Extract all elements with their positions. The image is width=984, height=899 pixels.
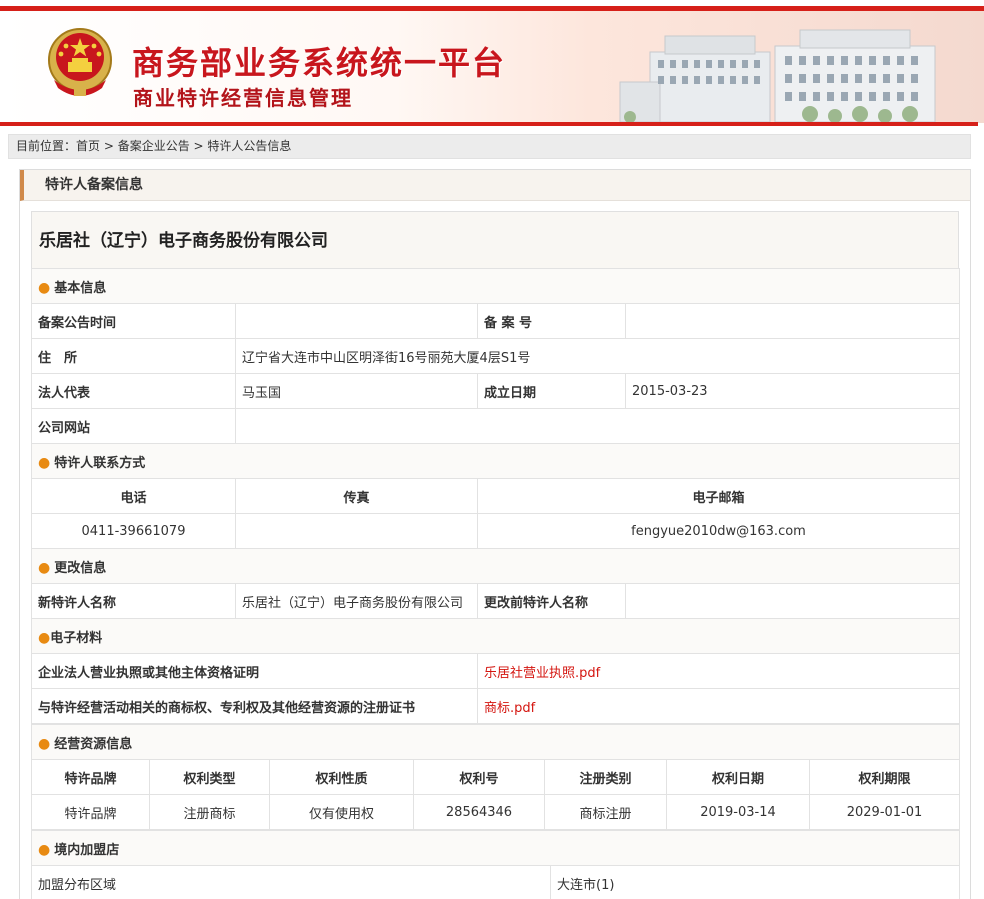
section-contact: ● 特许人联系方式 xyxy=(31,443,960,479)
breadcrumb-home-link[interactable]: 首页 xyxy=(76,139,100,153)
cell-reg-category: 商标注册 xyxy=(544,794,667,830)
platform-title: 商务部业务系统统一平台 xyxy=(132,44,507,82)
bullet-icon: ● xyxy=(38,559,51,576)
col-header-right-nature: 权利性质 xyxy=(269,759,414,795)
breadcrumb-separator: > xyxy=(100,139,118,153)
announce-time-value xyxy=(235,303,478,339)
bullet-icon: ● xyxy=(38,735,51,752)
announce-time-label: 备案公告时间 xyxy=(31,303,236,339)
breadcrumb-prefix: 目前位置： xyxy=(16,139,77,153)
cell-right-no: 28564346 xyxy=(413,794,545,830)
legal-rep-value: 马玉国 xyxy=(235,373,478,409)
national-emblem-icon xyxy=(48,28,112,96)
company-name: 乐居社（辽宁）电子商务股份有限公司 xyxy=(31,211,959,269)
address-value: 辽宁省大连市中山区明泽街16号丽苑大厦4层S1号 xyxy=(234,338,961,374)
domestic-stores-table: ● 境内加盟店 加盟分布区域 大连市(1) xyxy=(30,830,961,899)
license-pdf-link[interactable]: 乐居社营业执照.pdf xyxy=(484,666,600,681)
col-header-right-term: 权利期限 xyxy=(808,759,961,795)
section-basic-info: ● 基本信息 xyxy=(30,268,961,304)
table-row: 特许品牌 注册商标 仅有使用权 28564346 商标注册 2019-03-14… xyxy=(31,794,961,830)
section-change-info: ● 更改信息 xyxy=(30,548,961,584)
bullet-icon: ● xyxy=(38,629,51,646)
cell-right-type: 注册商标 xyxy=(149,794,270,830)
section-materials: ●电子材料 xyxy=(30,618,961,654)
bullet-icon: ● xyxy=(38,841,51,858)
website-label: 公司网站 xyxy=(31,408,236,444)
address-label: 住 所 xyxy=(31,338,236,374)
phone-header: 电话 xyxy=(31,478,236,514)
header-bottom-bar xyxy=(0,122,978,126)
cell-right-nature: 仅有使用权 xyxy=(269,794,414,830)
breadcrumb: 目前位置：首页 > 备案企业公告 > 特许人公告信息 xyxy=(8,134,971,159)
cell-brand: 特许品牌 xyxy=(31,794,150,830)
old-name-value xyxy=(624,583,961,619)
resources-table: ● 经营资源信息 特许品牌 权利类型 权利性质 权利号 注册类别 权利日期 权利期… xyxy=(30,724,961,830)
website-value xyxy=(234,408,961,444)
new-name-label: 新特许人名称 xyxy=(31,583,236,619)
record-no-value xyxy=(624,303,961,339)
site-header: 商务部业务系统统一平台 商业特许经营信息管理 xyxy=(0,0,984,128)
region-label: 加盟分布区域 xyxy=(31,865,551,899)
record-no-label: 备 案 号 xyxy=(477,303,626,339)
breadcrumb-separator: > xyxy=(189,139,208,153)
col-header-right-no: 权利号 xyxy=(413,759,545,795)
platform-subtitle: 商业特许经营信息管理 xyxy=(133,86,353,110)
breadcrumb-announcements-link[interactable]: 备案企业公告 xyxy=(118,139,190,153)
fax-header: 传真 xyxy=(235,478,478,514)
section-resources: ● 经营资源信息 xyxy=(30,724,961,760)
legal-rep-label: 法人代表 xyxy=(31,373,236,409)
header-top-bar xyxy=(0,6,984,11)
breadcrumb-current: 特许人公告信息 xyxy=(207,139,292,153)
bullet-icon: ● xyxy=(38,279,51,296)
ministry-building-image xyxy=(619,29,936,122)
new-name-value: 乐居社（辽宁）电子商务股份有限公司 xyxy=(235,583,478,619)
founded-date-value: 2015-03-23 xyxy=(624,373,961,409)
panel-title: 特许人备案信息 xyxy=(20,170,970,201)
cell-right-term: 2029-01-01 xyxy=(808,794,961,830)
old-name-label: 更改前特许人名称 xyxy=(477,583,626,619)
cell-right-date: 2019-03-14 xyxy=(666,794,810,830)
contact-table: ● 特许人联系方式 电话 传真 电子邮箱 0411-39661079 fengyu… xyxy=(31,443,960,549)
col-header-right-type: 权利类型 xyxy=(149,759,270,795)
change-info-table: ● 更改信息 新特许人名称 乐居社（辽宁）电子商务股份有限公司 更改前特许人名称 xyxy=(30,548,961,619)
trademark-cert-label: 与特许经营活动相关的商标权、专利权及其他经营资源的注册证书 xyxy=(31,688,478,724)
region-value: 大连市(1) xyxy=(549,865,961,899)
col-header-brand: 特许品牌 xyxy=(31,759,150,795)
email-value: fengyue2010dw@163.com xyxy=(477,513,960,549)
phone-value: 0411-39661079 xyxy=(31,513,236,549)
email-header: 电子邮箱 xyxy=(477,478,960,514)
col-header-reg-category: 注册类别 xyxy=(544,759,667,795)
trademark-pdf-link[interactable]: 商标.pdf xyxy=(484,701,535,716)
basic-info-table: ● 基本信息 备案公告时间 备 案 号 住 所 辽宁省大连市中山区明泽街16号丽苑… xyxy=(30,268,961,444)
section-domestic-stores: ● 境内加盟店 xyxy=(30,830,961,866)
fax-value xyxy=(235,513,478,549)
license-label: 企业法人营业执照或其他主体资格证明 xyxy=(31,653,478,689)
founded-date-label: 成立日期 xyxy=(477,373,626,409)
materials-table: ●电子材料 企业法人营业执照或其他主体资格证明 乐居社营业执照.pdf 与特许经… xyxy=(30,618,961,724)
col-header-right-date: 权利日期 xyxy=(666,759,810,795)
bullet-icon: ● xyxy=(38,454,51,471)
